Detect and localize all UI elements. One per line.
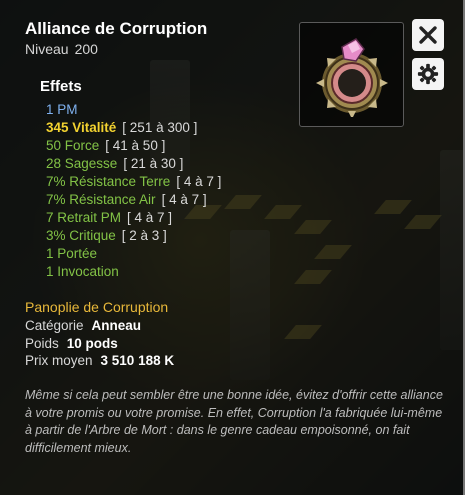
weight-label: Poids (25, 336, 59, 351)
gear-icon (417, 63, 439, 85)
price-row: Prix moyen 3 510 188 K (25, 353, 174, 368)
effect-text: 1 Invocation (46, 264, 119, 279)
effect-text: 1 Portée (46, 246, 98, 261)
effect-line: 7 Retrait PM [ 4 à 7 ] (46, 209, 221, 227)
effect-text: 345 Vitalité (46, 120, 117, 135)
category-value: Anneau (91, 318, 142, 333)
item-image-frame (299, 22, 404, 127)
category-label: Catégorie (25, 318, 84, 333)
effect-text: 28 Sagesse (46, 156, 118, 171)
price-label: Prix moyen (25, 353, 93, 368)
effect-line: 3% Critique [ 2 à 3 ] (46, 227, 221, 245)
effect-text: 7 Retrait PM (46, 210, 122, 225)
effect-range: [ 4 à 7 ] (127, 210, 173, 225)
effect-line: 345 Vitalité [ 251 à 300 ] (46, 119, 221, 137)
effect-range: [ 21 à 30 ] (123, 156, 184, 171)
effect-line: 28 Sagesse [ 21 à 30 ] (46, 155, 221, 173)
effect-range: [ 251 à 300 ] (122, 120, 198, 135)
item-tooltip-panel: Alliance de Corruption Niveau 200 Effets… (0, 0, 465, 495)
settings-button[interactable] (412, 58, 444, 90)
weight-value: 10 pods (66, 336, 118, 351)
set-link[interactable]: Panoplie de Corruption (25, 299, 168, 315)
ring-icon (316, 38, 388, 117)
effect-line: 1 PM (46, 101, 221, 119)
effect-line: 1 Invocation (46, 263, 221, 281)
item-level: Niveau 200 (25, 41, 98, 57)
close-button[interactable] (412, 19, 444, 51)
effects-list: 1 PM 345 Vitalité [ 251 à 300 ] 50 Force [… (46, 101, 221, 281)
level-value: 200 (74, 41, 98, 57)
effect-text: 7% Résistance Terre (46, 174, 171, 189)
effect-range: [ 4 à 7 ] (176, 174, 222, 189)
effect-range: [ 4 à 7 ] (161, 192, 207, 207)
effects-title: Effets (40, 78, 82, 95)
effect-text: 1 PM (46, 102, 78, 117)
effect-line: 7% Résistance Terre [ 4 à 7 ] (46, 173, 221, 191)
category-row: Catégorie Anneau (25, 318, 141, 333)
effect-text: 7% Résistance Air (46, 192, 156, 207)
effect-line: 1 Portée (46, 245, 221, 263)
item-name: Alliance de Corruption (25, 19, 208, 38)
effect-range: [ 41 à 50 ] (105, 138, 166, 153)
item-description: Même si cela peut sembler être une bonne… (25, 388, 443, 455)
weight-row: Poids 10 pods (25, 336, 118, 351)
effect-text: 3% Critique (46, 228, 116, 243)
effect-range: [ 2 à 3 ] (121, 228, 167, 243)
close-icon (419, 26, 437, 44)
effect-line: 7% Résistance Air [ 4 à 7 ] (46, 191, 221, 209)
effect-text: 50 Force (46, 138, 100, 153)
effect-line: 50 Force [ 41 à 50 ] (46, 137, 221, 155)
price-value: 3 510 188 K (100, 353, 175, 368)
level-label: Niveau (25, 41, 69, 57)
